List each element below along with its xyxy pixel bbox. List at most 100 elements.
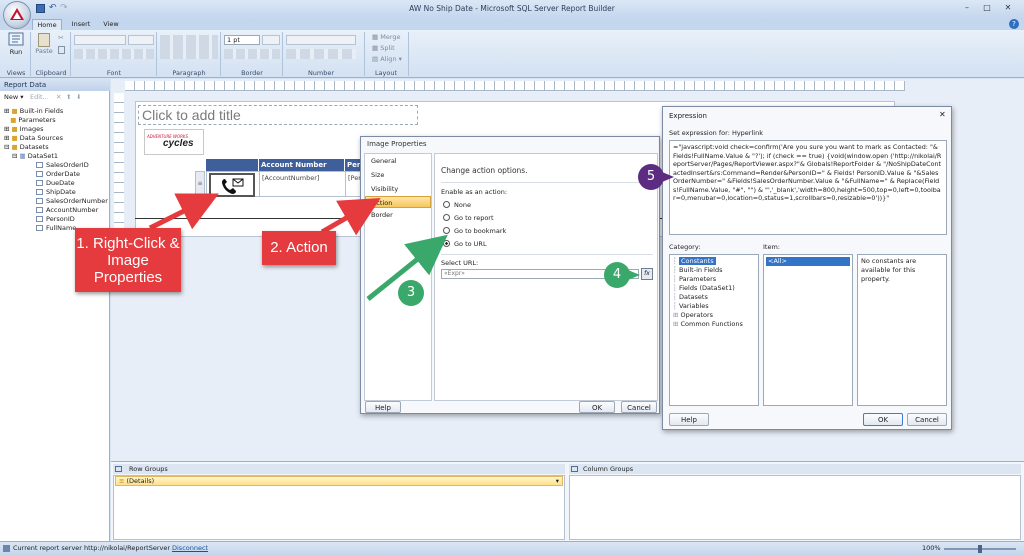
radio-icon[interactable] (443, 214, 450, 221)
expand-icon: ⊞ (4, 125, 12, 133)
cell-account-number[interactable]: [AccountNumber] (259, 172, 345, 196)
font-family-select[interactable] (74, 35, 126, 45)
tree-images[interactable]: ⊞ ■ Images (4, 125, 108, 134)
minimize-button[interactable]: – (960, 3, 974, 14)
field-item[interactable]: DueDate (36, 179, 108, 188)
folder-icon: ■ (11, 143, 20, 151)
category-label: Built-in Fields (678, 266, 723, 274)
step-badge-4-pointer (628, 270, 640, 280)
details-group[interactable]: ≡ (Details) ▾ (115, 476, 563, 486)
run-label: Run (9, 48, 23, 56)
action-options: None Go to report Go to bookmark Go to URL (443, 199, 593, 251)
chevron-down-icon[interactable]: ▾ (556, 477, 559, 485)
nav-action[interactable]: Action (365, 196, 431, 208)
field-icon (36, 216, 43, 222)
step-badge-5: 5 (638, 164, 664, 190)
app-orb[interactable] (3, 1, 31, 29)
number-format-select[interactable] (286, 35, 356, 45)
merge-button[interactable]: ▦ Merge (372, 33, 408, 42)
edit-button[interactable]: Edit... (30, 93, 49, 101)
delete-icon[interactable]: ✕ (56, 93, 61, 101)
category-item[interactable]: ⊞ Common Functions (673, 320, 755, 329)
tree-parameters[interactable]: ■ Parameters (4, 116, 108, 125)
tree-data-sources[interactable]: ⊞ ■ Data Sources (4, 134, 108, 143)
field-item[interactable]: SalesOrderNumber (36, 197, 108, 206)
nav-general[interactable]: General (365, 154, 431, 168)
row-groups-header: Row Groups (113, 464, 565, 474)
line-style-select[interactable] (262, 35, 280, 45)
row-handle[interactable]: ≡ (195, 171, 205, 197)
nav-border[interactable]: Border (365, 208, 431, 222)
ok-button[interactable]: OK (579, 401, 615, 413)
phone-image-cell[interactable] (209, 173, 255, 197)
field-label: FullName (46, 224, 77, 232)
line-width-select[interactable]: 1 pt (224, 35, 260, 45)
tree-datasets[interactable]: ⊟ ■ Datasets (4, 143, 108, 152)
new-menu[interactable]: New ▾ (4, 93, 24, 101)
category-label: Datasets (678, 293, 708, 301)
radio-icon[interactable] (443, 227, 450, 234)
logo-image[interactable]: ADVENTURE WORKS cycles (144, 129, 204, 155)
group-label-font: Font (106, 69, 122, 77)
action-option[interactable]: Go to report (443, 212, 593, 225)
disconnect-link[interactable]: Disconnect (172, 542, 208, 555)
category-item[interactable]: ┆ Parameters (673, 275, 755, 284)
nav-size[interactable]: Size (365, 168, 431, 182)
action-option[interactable]: Go to bookmark (443, 225, 593, 238)
expression-help-button[interactable]: Help (669, 413, 709, 426)
align-button[interactable]: ▤ Align ▾ (372, 55, 408, 64)
expression-close-icon[interactable]: ✕ (939, 110, 946, 119)
field-icon (36, 198, 43, 204)
maximize-button[interactable]: □ (980, 3, 994, 14)
border-buttons[interactable] (224, 49, 280, 59)
cancel-button[interactable]: Cancel (621, 401, 657, 413)
font-formatting-buttons[interactable] (74, 49, 154, 59)
expression-cancel-button[interactable]: Cancel (907, 413, 947, 426)
category-item[interactable]: ┆ Built-in Fields (673, 266, 755, 275)
copy-icon[interactable] (58, 46, 65, 54)
move-down-icon[interactable]: ⬇ (76, 93, 81, 101)
category-item[interactable]: ┆ Constants (673, 257, 755, 266)
help-button[interactable]: Help (365, 401, 401, 413)
url-expression-button[interactable]: fx (641, 268, 653, 280)
category-label: Fields (DataSet1) (678, 284, 735, 292)
category-item[interactable]: ┆ Fields (DataSet1) (673, 284, 755, 293)
tree-dataset1[interactable]: ⊟ ▦ DataSet1 (4, 152, 108, 161)
action-option-label: Go to report (454, 214, 494, 222)
action-option[interactable]: None (443, 199, 593, 212)
number-buttons[interactable] (286, 49, 356, 59)
category-item[interactable]: ┆ Datasets (673, 293, 755, 302)
category-item[interactable]: ┆ Variables (673, 302, 755, 311)
cut-icon[interactable]: ✂ (58, 34, 64, 42)
paste-button[interactable]: Paste (34, 32, 54, 62)
paragraph-buttons[interactable] (160, 35, 218, 59)
help-icon[interactable]: ? (1009, 19, 1019, 29)
radio-selected-icon[interactable] (443, 240, 450, 247)
run-button[interactable]: Run (6, 32, 26, 62)
category-item[interactable]: ⊞ Operators (673, 311, 755, 320)
field-item[interactable]: PersonID (36, 215, 108, 224)
tab-view[interactable]: View (96, 19, 126, 30)
split-icon: ▦ (372, 44, 381, 52)
expression-ok-button[interactable]: OK (863, 413, 903, 426)
nav-visibility[interactable]: Visibility (365, 182, 431, 196)
item-all[interactable]: <All> (766, 257, 850, 266)
column-header-account-number[interactable]: Account Number (258, 159, 344, 171)
zoom-slider-thumb[interactable] (978, 545, 982, 553)
field-item[interactable]: OrderDate (36, 170, 108, 179)
action-option[interactable]: Go to URL (443, 238, 593, 251)
callout-right-click: 1. Right-Click & Image Properties (75, 228, 181, 292)
expression-textbox[interactable]: ="javascript:void check=confirm('Are you… (669, 140, 947, 235)
font-size-select[interactable] (128, 35, 154, 45)
move-up-icon[interactable]: ⬆ (66, 93, 71, 101)
close-button[interactable]: ✕ (1000, 3, 1016, 14)
field-item[interactable]: SalesOrderID (36, 161, 108, 170)
field-item[interactable]: ShipDate (36, 188, 108, 197)
field-item[interactable]: AccountNumber (36, 206, 108, 215)
radio-icon[interactable] (443, 201, 450, 208)
report-title-placeholder[interactable]: Click to add title (138, 105, 418, 125)
tab-insert[interactable]: Insert (66, 19, 96, 30)
tree-built-in-fields[interactable]: ⊞ ■ Built-in Fields (4, 107, 108, 116)
tab-home[interactable]: Home (32, 19, 62, 30)
split-button[interactable]: ▦ Split (372, 44, 408, 53)
